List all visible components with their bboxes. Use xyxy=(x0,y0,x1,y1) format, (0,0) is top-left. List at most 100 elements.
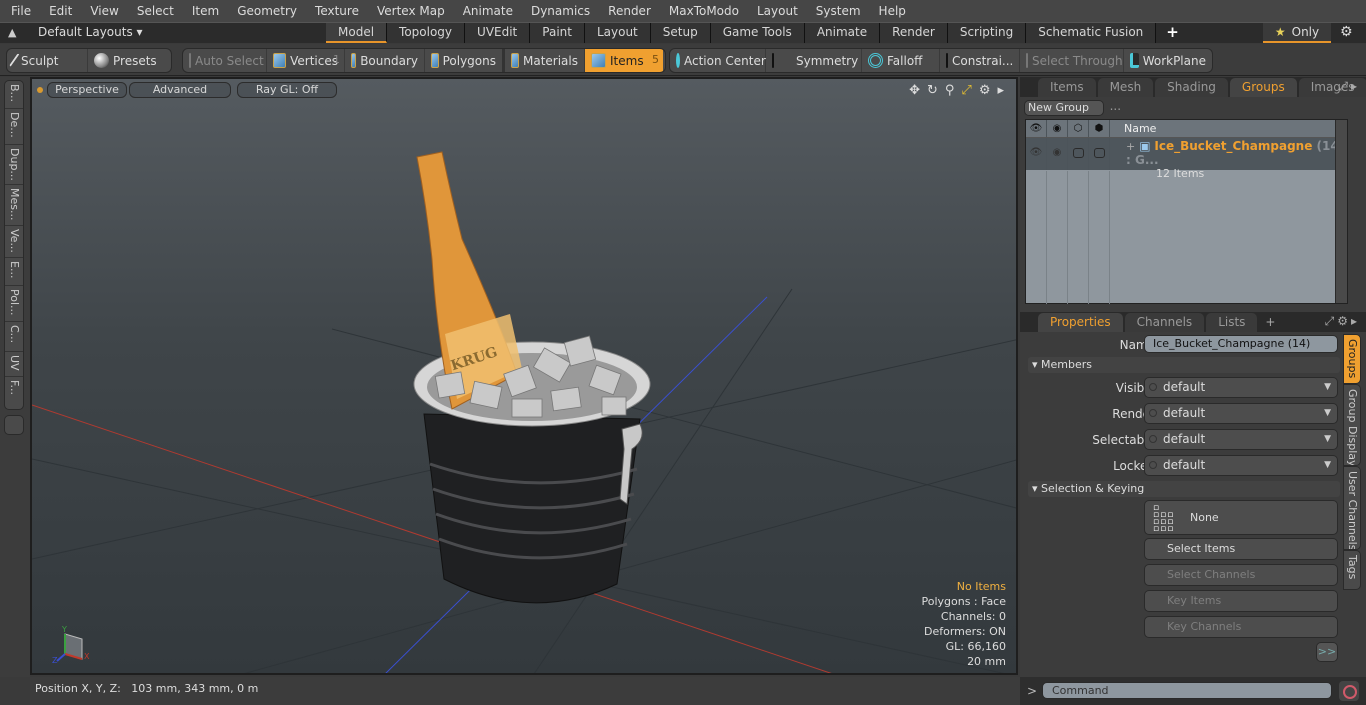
boundary-button[interactable]: Boundary xyxy=(345,49,425,72)
tab-groups[interactable]: Groups xyxy=(1229,78,1297,97)
collapse-up-icon[interactable]: ▲ xyxy=(8,26,16,39)
rotate-icon[interactable]: ↻ xyxy=(927,83,938,98)
polygons-button[interactable]: Polygons xyxy=(425,49,505,72)
tab-shading[interactable]: Shading xyxy=(1155,78,1228,97)
menu-vertex-map[interactable]: Vertex Map xyxy=(368,0,454,22)
viewport-gear-icon[interactable]: ⚙ xyxy=(979,83,991,98)
panel-arrow-icon[interactable]: ▸ xyxy=(1351,79,1360,93)
workplane-button[interactable]: WorkPlane xyxy=(1124,49,1212,72)
tab-schematic-fusion[interactable]: Schematic Fusion xyxy=(1026,23,1157,43)
falloff-button[interactable]: Falloff xyxy=(862,49,940,72)
menu-layout[interactable]: Layout xyxy=(748,0,807,22)
select-through-button[interactable]: Select Through xyxy=(1020,49,1124,72)
menu-help[interactable]: Help xyxy=(870,0,915,22)
viewport-options-dot[interactable] xyxy=(37,87,43,93)
tab-mesh[interactable]: Mesh ... xyxy=(1097,78,1154,113)
name-column-header[interactable]: Name xyxy=(1110,120,1156,137)
more-button[interactable]: >> xyxy=(1316,642,1338,662)
menu-render[interactable]: Render xyxy=(599,0,660,22)
only-toggle[interactable]: ★ Only xyxy=(1263,23,1331,43)
visibility-column-icon[interactable]: 👁 xyxy=(1026,120,1047,137)
tab-setup[interactable]: Setup xyxy=(650,23,711,43)
row-select-checkbox[interactable] xyxy=(1068,138,1089,170)
none-preset-button[interactable]: ▫ ▫▫▫ ▫▫▫ ▫▫▫ None xyxy=(1144,500,1338,535)
tab-animate[interactable]: Animate xyxy=(804,23,881,43)
maximize-icon[interactable]: ⤢ xyxy=(961,83,971,98)
key-items-button[interactable]: Key Items xyxy=(1144,590,1338,612)
zoom-icon[interactable]: ⚲ xyxy=(945,83,955,98)
prop-gear-icon[interactable]: ⚙ xyxy=(1337,314,1351,328)
raygl-button[interactable]: Ray GL: Off xyxy=(237,82,337,98)
record-macro-icon[interactable] xyxy=(1339,681,1359,701)
tab-topology[interactable]: Topology xyxy=(387,23,466,43)
add-prop-tab-button[interactable]: + xyxy=(1259,312,1281,332)
visible-select[interactable]: default ▼ xyxy=(1144,377,1338,398)
action-center-button[interactable]: Action Center xyxy=(670,49,766,72)
menu-geometry[interactable]: Geometry xyxy=(228,0,306,22)
lock-column-icon[interactable]: ⬢ xyxy=(1089,120,1110,137)
left-tab-basic[interactable]: B... xyxy=(5,81,23,109)
auto-select-button[interactable]: Auto Select xyxy=(183,49,267,72)
left-tab-fusion[interactable]: F... xyxy=(5,377,23,407)
row-lock-checkbox[interactable] xyxy=(1089,138,1110,170)
menu-select[interactable]: Select xyxy=(128,0,183,22)
expand-arrow-icon[interactable]: ▸ xyxy=(997,83,1004,98)
menu-maxtomodo[interactable]: MaxToModo xyxy=(660,0,748,22)
presets-button[interactable]: Presets xyxy=(88,49,171,72)
command-input[interactable]: Command xyxy=(1042,682,1332,699)
tab-model[interactable]: Model xyxy=(326,23,388,43)
3d-viewport[interactable]: KRUG Y X Z Perspective Advanced Ray GL: … xyxy=(30,77,1018,675)
side-tab-user-channels[interactable]: User Channels xyxy=(1343,466,1361,550)
members-section[interactable]: ▾ Members xyxy=(1028,357,1340,373)
menu-texture[interactable]: Texture xyxy=(306,0,368,22)
left-tab-duplicate[interactable]: Dup... xyxy=(5,145,23,185)
select-column-icon[interactable]: ⬡ xyxy=(1068,120,1089,137)
tab-uvedit[interactable]: UVEdit xyxy=(465,23,531,43)
menu-file[interactable]: File xyxy=(0,0,40,22)
side-tab-tags[interactable]: Tags xyxy=(1343,550,1361,590)
view-mode-button[interactable]: Perspective xyxy=(47,82,127,98)
side-tab-groups[interactable]: Groups xyxy=(1343,334,1361,384)
select-channels-button[interactable]: Select Channels xyxy=(1144,564,1338,586)
pan-icon[interactable]: ✥ xyxy=(909,83,920,98)
left-extra-tab[interactable] xyxy=(4,415,24,435)
tab-lists[interactable]: Lists xyxy=(1206,313,1258,332)
items-button[interactable]: Items 5 xyxy=(585,49,663,72)
expand-icon[interactable]: ⤢ xyxy=(1338,79,1351,93)
group-row[interactable]: 👁 ◉ + ▣ Ice_Bucket_Champagne (14) : G... … xyxy=(1026,138,1347,180)
left-tab-uv[interactable]: UV xyxy=(5,352,23,377)
row-visibility-icon[interactable]: 👁 xyxy=(1026,138,1047,170)
symmetry-button[interactable]: Symmetry xyxy=(766,49,862,72)
menu-item[interactable]: Item xyxy=(183,0,228,22)
tab-render[interactable]: Render xyxy=(880,23,948,43)
selectable-select[interactable]: default ▼ xyxy=(1144,429,1338,450)
left-tab-mesh[interactable]: Mes... xyxy=(5,185,23,226)
prop-panel-tools[interactable]: ⤢⚙▸ xyxy=(1325,314,1360,329)
menu-system[interactable]: System xyxy=(807,0,870,22)
left-tab-edge[interactable]: E... xyxy=(5,258,23,286)
locked-select[interactable]: default ▼ xyxy=(1144,455,1338,476)
side-tab-group-display[interactable]: Group Display xyxy=(1343,384,1361,466)
tab-layout[interactable]: Layout xyxy=(584,23,651,43)
vertices-button[interactable]: Vertices 1 xyxy=(267,49,345,72)
gear-icon[interactable]: ⚙ xyxy=(1340,24,1353,40)
render-select[interactable]: default ▼ xyxy=(1144,403,1338,424)
tab-items[interactable]: Items xyxy=(1038,78,1096,97)
left-tab-polygon[interactable]: Pol... xyxy=(5,286,23,322)
tab-channels[interactable]: Channels xyxy=(1124,313,1205,332)
name-field[interactable]: Ice_Bucket_Champagne (14) xyxy=(1144,335,1338,353)
tab-paint[interactable]: Paint xyxy=(530,23,585,43)
sculpt-button[interactable]: Sculpt xyxy=(7,49,89,72)
row-render-icon[interactable]: ◉ xyxy=(1047,138,1068,170)
tab-scripting[interactable]: Scripting xyxy=(947,23,1027,43)
panel-tools[interactable]: ⤢▸ xyxy=(1338,79,1360,94)
select-items-button[interactable]: Select Items xyxy=(1144,538,1338,560)
add-tab-button[interactable]: + xyxy=(1156,23,1189,43)
layout-select[interactable]: Default Layouts ▾ xyxy=(38,25,143,39)
prop-arrow-icon[interactable]: ▸ xyxy=(1351,314,1360,328)
left-tab-vertex[interactable]: Ve... xyxy=(5,226,23,258)
new-group-button[interactable]: New Group xyxy=(1024,100,1104,116)
menu-dynamics[interactable]: Dynamics xyxy=(522,0,599,22)
menu-view[interactable]: View xyxy=(81,0,127,22)
constraints-button[interactable]: Constrai... xyxy=(940,49,1020,72)
